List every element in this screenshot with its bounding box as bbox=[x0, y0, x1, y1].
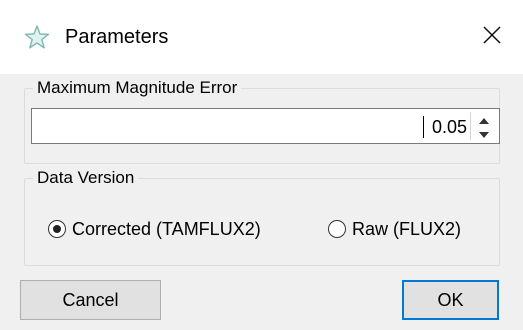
window-title: Parameters bbox=[65, 26, 169, 48]
close-button[interactable] bbox=[472, 18, 512, 56]
radio-corrected-label: Corrected (TAMFLUX2) bbox=[72, 219, 261, 239]
radio-corrected[interactable]: Corrected (TAMFLUX2) bbox=[48, 217, 261, 241]
text-caret bbox=[423, 116, 424, 138]
radio-button-unselected[interactable] bbox=[328, 220, 346, 238]
radio-raw[interactable]: Raw (FLUX2) bbox=[328, 217, 461, 241]
data-version-group-label: Data Version bbox=[33, 166, 139, 190]
cancel-button-label: Cancel bbox=[62, 289, 119, 310]
ok-button[interactable]: OK bbox=[402, 280, 499, 320]
chevron-down-icon bbox=[478, 125, 489, 143]
radio-button-selected[interactable] bbox=[48, 220, 66, 238]
ok-button-label: OK bbox=[437, 289, 464, 310]
star-icon bbox=[24, 24, 50, 50]
cancel-button[interactable]: Cancel bbox=[20, 280, 161, 320]
parameters-dialog: Parameters Maximum Magnitude Error 0.05 bbox=[0, 0, 523, 330]
close-icon bbox=[482, 25, 502, 50]
radio-dot bbox=[53, 225, 61, 233]
magnitude-spinner bbox=[470, 112, 496, 140]
title-bar: Parameters bbox=[0, 0, 523, 74]
magnitude-error-value: 0.05 bbox=[431, 117, 467, 137]
magnitude-error-input[interactable]: 0.05 bbox=[31, 108, 500, 144]
radio-raw-label: Raw (FLUX2) bbox=[352, 219, 462, 239]
spin-down-button[interactable] bbox=[471, 127, 496, 140]
magnitude-group-label: Maximum Magnitude Error bbox=[33, 76, 242, 100]
